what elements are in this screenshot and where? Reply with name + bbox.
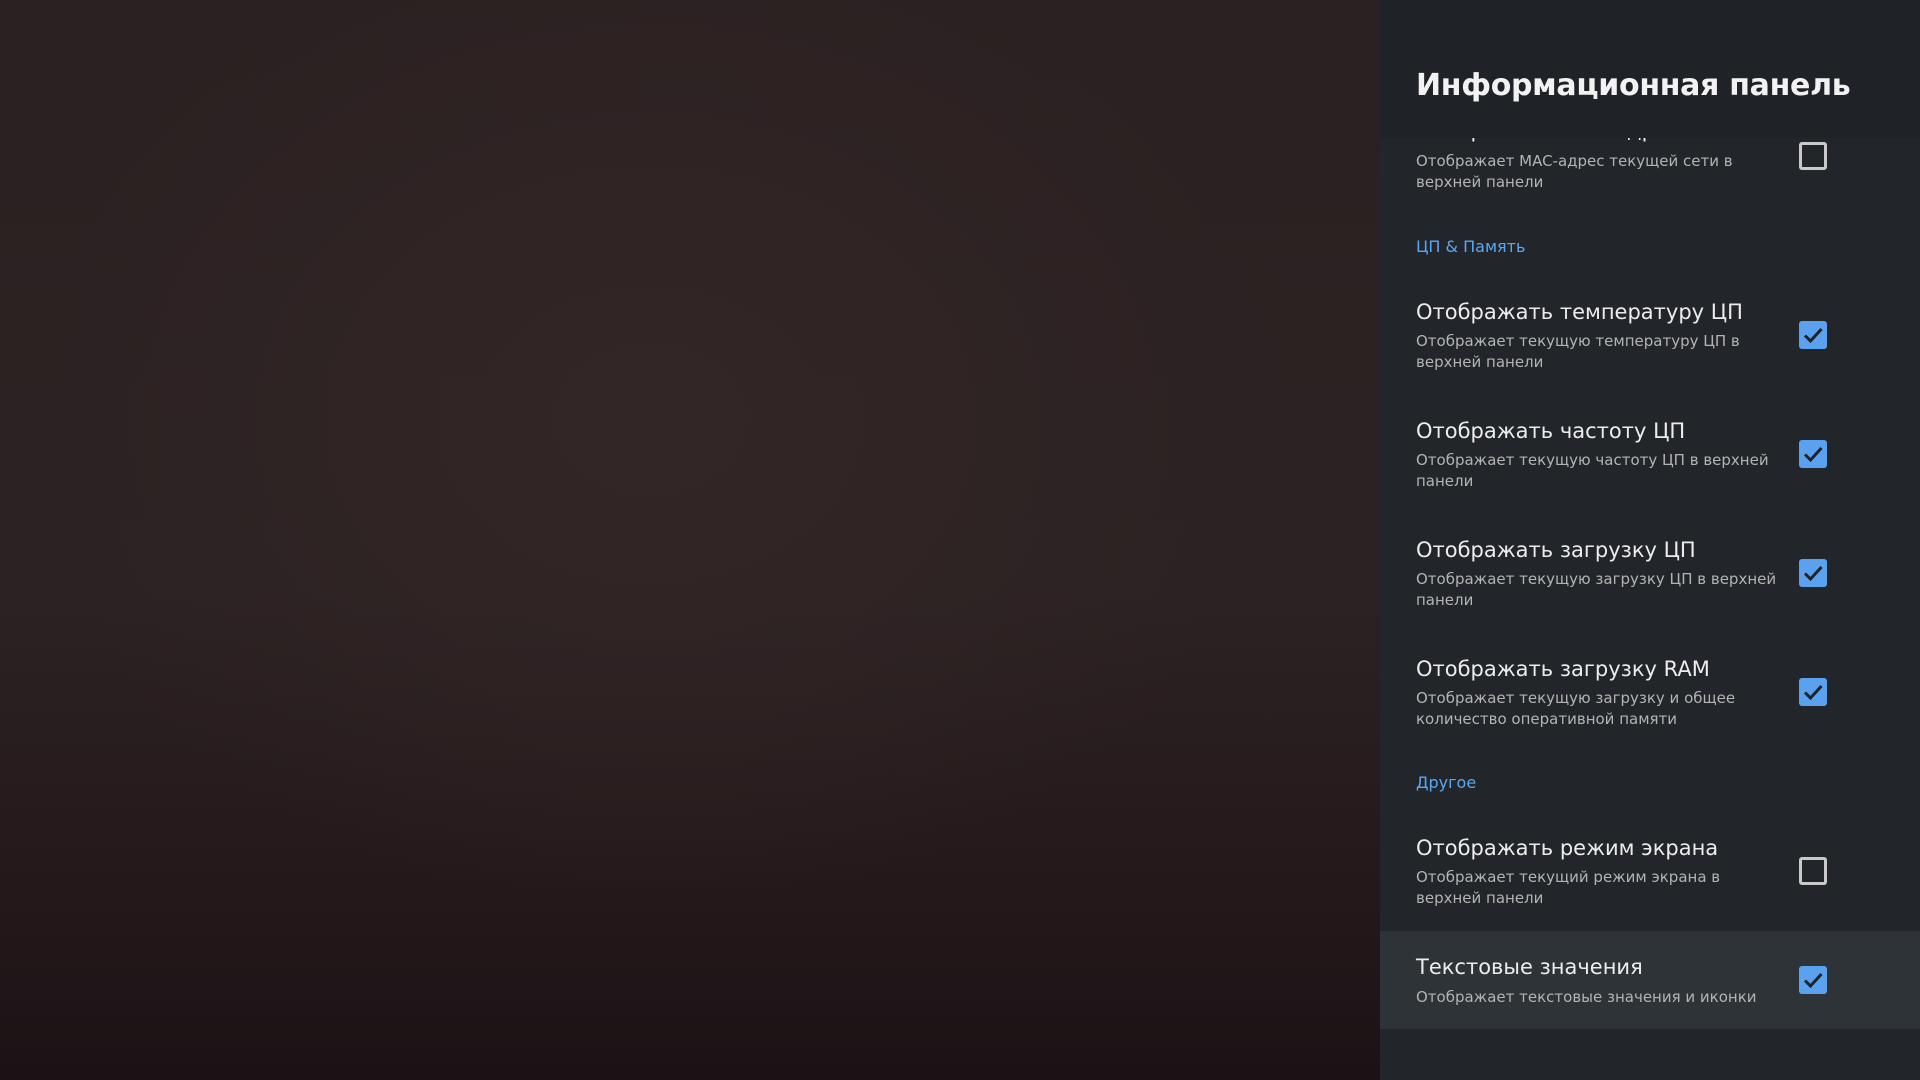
checkmark-icon	[1803, 684, 1823, 701]
panel-title: Информационная панель	[1416, 68, 1851, 103]
setting-text-values[interactable]: Текстовые значения Отображает текстовые …	[1380, 931, 1920, 1029]
screen-mode-checkbox[interactable]	[1799, 857, 1827, 885]
setting-title: Отображать режим экрана	[1416, 836, 1719, 860]
text-values-checkbox[interactable]	[1799, 966, 1827, 994]
setting-cpu-load[interactable]: Отображать загрузку ЦП Отображает текущу…	[1380, 535, 1920, 631]
setting-description: Отображает текущую температуру ЦП в верх…	[1416, 332, 1740, 371]
setting-title: Отображать загрузку RAM	[1416, 657, 1710, 681]
setting-description: Отображает текущую загрузку ЦП в верхней…	[1416, 570, 1777, 609]
setting-ram-load[interactable]: Отображать загрузку RAM Отображает текущ…	[1380, 654, 1920, 750]
setting-description: Отображает текущую частоту ЦП в верхней …	[1416, 451, 1769, 490]
section-header-cpu-memory: ЦП & Память	[1416, 237, 1526, 256]
setting-title: Отображать частоту ЦП	[1416, 419, 1686, 443]
section-header-other: Другое	[1416, 773, 1477, 792]
checkmark-icon	[1803, 565, 1823, 582]
cpu-load-checkbox[interactable]	[1799, 559, 1827, 587]
setting-screen-mode[interactable]: Отображать режим экрана Отображает текущ…	[1380, 833, 1920, 929]
setting-title: Отображать температуру ЦП	[1416, 300, 1743, 324]
mac-address-checkbox[interactable]	[1799, 142, 1827, 170]
setting-description: Отображает MAC-адрес текущей сети в верх…	[1416, 152, 1733, 191]
checkmark-icon	[1803, 446, 1823, 463]
setting-cpu-frequency[interactable]: Отображать частоту ЦП Отображает текущую…	[1380, 416, 1920, 512]
settings-list: Отображать MAC-адрес Отображает MAC-адре…	[1380, 0, 1920, 1080]
panel-header: Информационная панель	[1380, 0, 1920, 138]
setting-description: Отображает текстовые значения и иконки	[1416, 988, 1757, 1006]
background-wallpaper	[0, 0, 1380, 1080]
cpu-temperature-checkbox[interactable]	[1799, 321, 1827, 349]
setting-cpu-temperature[interactable]: Отображать температуру ЦП Отображает тек…	[1380, 297, 1920, 393]
settings-panel: Отображать MAC-адрес Отображает MAC-адре…	[1380, 0, 1920, 1080]
setting-title: Текстовые значения	[1416, 955, 1643, 979]
setting-title: Отображать загрузку ЦП	[1416, 538, 1696, 562]
checkmark-icon	[1803, 972, 1823, 989]
checkmark-icon	[1803, 327, 1823, 344]
setting-description: Отображает текущую загрузку и общее коли…	[1416, 689, 1736, 728]
ram-load-checkbox[interactable]	[1799, 678, 1827, 706]
setting-description: Отображает текущий режим экрана в верхне…	[1416, 868, 1721, 907]
cpu-frequency-checkbox[interactable]	[1799, 440, 1827, 468]
